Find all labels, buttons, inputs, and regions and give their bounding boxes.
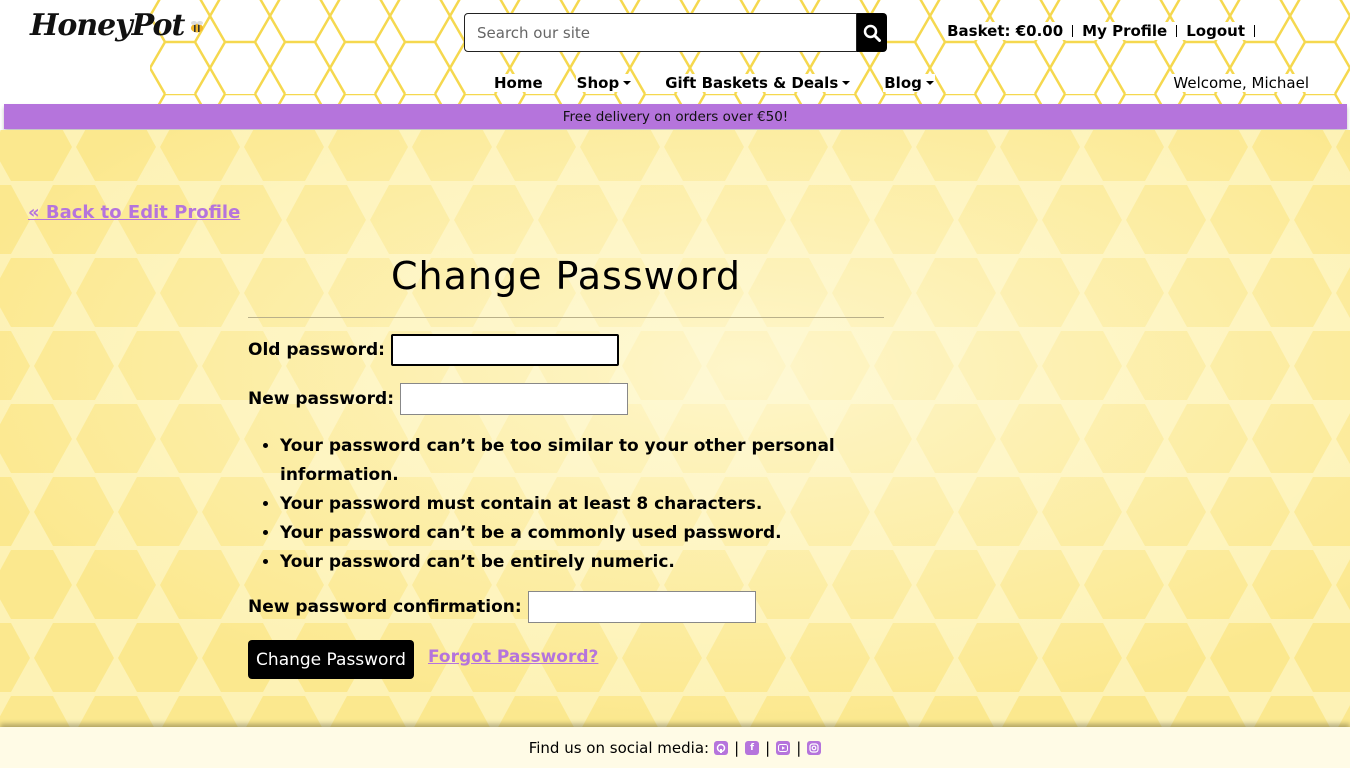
main-content: « Back to Edit Profile Change Password O…: [0, 130, 1350, 727]
page-title: Change Password: [390, 254, 742, 298]
help-item: Your password must contain at least 8 ch…: [280, 490, 850, 519]
confirm-password-row: New password confirmation:: [248, 591, 756, 623]
confirm-password-label: New password confirmation:: [248, 597, 522, 617]
nav-shop-label: Shop: [576, 74, 620, 92]
search-bar: [464, 13, 887, 52]
search-input[interactable]: [464, 13, 858, 52]
separator: [1072, 25, 1074, 37]
password-help-list: Your password can’t be too similar to yo…: [280, 432, 850, 577]
separator: |: [796, 738, 802, 757]
honeypot-logo[interactable]: HoneyPot: [30, 8, 206, 64]
bee-icon: [191, 21, 204, 33]
site-header: HoneyPot Basket: €0.00 My Profile Logout…: [0, 0, 1350, 104]
welcome-message: Welcome, Michael: [1171, 74, 1311, 92]
nav-blog-label: Blog: [884, 74, 922, 92]
promo-banner: Free delivery on orders over €50!: [4, 104, 1347, 129]
site-footer: Find us on social media: | f | |: [0, 727, 1350, 768]
help-item: Your password can’t be entirely numeric.: [280, 548, 850, 577]
main-nav: Home Shop Gift Baskets & Deals Blog: [493, 74, 967, 92]
nav-home-label: Home: [494, 74, 543, 92]
forgot-password-link[interactable]: Forgot Password?: [428, 647, 598, 667]
facebook-icon[interactable]: f: [745, 740, 760, 755]
separator: |: [765, 738, 771, 757]
new-password-row: New password:: [248, 383, 628, 415]
caret-down-icon: [842, 81, 851, 85]
back-to-edit-profile-link[interactable]: « Back to Edit Profile: [28, 202, 240, 223]
search-icon: [863, 24, 882, 42]
github-icon[interactable]: [714, 740, 729, 755]
promo-text: Free delivery on orders over €50!: [562, 108, 789, 125]
caret-down-icon: [623, 81, 632, 85]
separator: |: [734, 738, 740, 757]
nav-blog[interactable]: Blog: [883, 74, 935, 92]
nav-shop[interactable]: Shop: [575, 74, 633, 92]
old-password-field[interactable]: [390, 334, 619, 366]
confirm-password-field[interactable]: [527, 591, 756, 623]
new-password-field[interactable]: [400, 383, 628, 415]
instagram-icon[interactable]: [807, 740, 822, 755]
social-links: | f | |: [714, 738, 822, 757]
footer-text: Find us on social media:: [528, 738, 710, 757]
my-profile-link[interactable]: My Profile: [1082, 22, 1167, 40]
caret-down-icon: [925, 81, 934, 85]
old-password-row: Old password:: [248, 334, 619, 366]
nav-gift-baskets[interactable]: Gift Baskets & Deals: [664, 74, 852, 92]
help-item: Your password can’t be too similar to yo…: [280, 432, 850, 490]
separator: [1176, 25, 1178, 37]
search-button[interactable]: [857, 13, 887, 52]
account-links: Basket: €0.00 My Profile Logout: [945, 22, 1266, 40]
nav-gift-label: Gift Baskets & Deals: [665, 74, 839, 92]
logo-text: HoneyPot: [30, 8, 185, 43]
new-password-label: New password:: [248, 389, 394, 409]
old-password-label: Old password:: [248, 340, 385, 360]
help-item: Your password can’t be a commonly used p…: [280, 519, 850, 548]
divider: [248, 317, 884, 318]
separator: [1254, 25, 1255, 37]
youtube-icon[interactable]: [776, 740, 791, 755]
logout-link[interactable]: Logout: [1186, 22, 1245, 40]
nav-home[interactable]: Home: [493, 74, 544, 92]
change-password-button[interactable]: Change Password: [248, 640, 414, 679]
basket-link[interactable]: Basket: €0.00: [947, 22, 1063, 40]
